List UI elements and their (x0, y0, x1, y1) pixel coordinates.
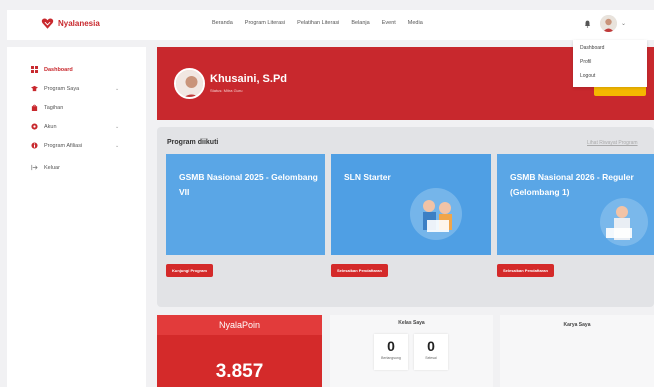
nav-belanja[interactable]: Belanja (351, 20, 369, 26)
sidebar-item-keluar[interactable]: Keluar (31, 164, 121, 171)
sidebar: Dashboard Program Saya ⌄ Tagihan Akun ⌄ … (7, 47, 146, 387)
kelas-saya-card: Kelas Saya 0 Berlangsung 0 Selesai (330, 315, 493, 387)
sidebar-item-tagihan[interactable]: Tagihan (31, 104, 121, 111)
nyalapoin-value: 3.857 (215, 361, 264, 382)
stat-value: 0 (427, 338, 435, 354)
stat-selesai: 0 Selesai (414, 334, 448, 370)
profile-role: Status: Mitra Guru (210, 88, 243, 93)
top-navbar: Nyalanesia Beranda Program Literasi Pela… (7, 10, 654, 40)
menu-item-logout[interactable]: Logout (580, 73, 640, 87)
brand-logo[interactable]: Nyalanesia (41, 17, 100, 30)
sidebar-item-label: Akun (44, 123, 57, 130)
sidebar-item-label: Keluar (44, 164, 60, 171)
chevron-down-icon[interactable]: ⌄ (621, 20, 626, 27)
sidebar-item-label: Tagihan (44, 104, 64, 111)
menu-item-profil[interactable]: Profil (580, 59, 640, 73)
nav-beranda[interactable]: Beranda (212, 20, 233, 26)
chevron-down-icon: ⌄ (115, 123, 120, 130)
profile-avatar (174, 68, 205, 99)
program-card-gsmb-2025[interactable]: GSMB Nasional 2025 - Gelombang VII (166, 154, 325, 255)
programs-title: Program diikuti (167, 139, 219, 146)
grid-icon (31, 66, 38, 73)
selesaikan-pendaftaran-button[interactable]: Selesaikan Pendaftaran (331, 264, 388, 277)
stat-label: Selesai (425, 356, 437, 360)
karya-saya-card: Karya Saya (500, 315, 654, 387)
profile-photo-icon (176, 70, 203, 97)
nyalapoin-title: NyalaPoin (157, 315, 322, 335)
sidebar-item-label: Program Saya (44, 85, 80, 92)
info-icon (31, 142, 38, 149)
program-card-title: SLN Starter (344, 172, 391, 182)
selesaikan-pendaftaran-button[interactable]: Selesaikan Pendaftaran (497, 264, 554, 277)
history-link[interactable]: Lihat Riwayat Program (587, 140, 638, 146)
user-photo-icon (600, 15, 617, 32)
kelas-saya-title: Kelas Saya (398, 320, 425, 326)
bag-icon (31, 104, 38, 111)
sidebar-item-program-afiliasi[interactable]: Program Afiliasi ⌄ (31, 142, 121, 149)
logout-icon (31, 164, 38, 171)
kunjungi-program-button[interactable]: Kunjungi Program (166, 264, 213, 277)
graduation-cap-icon (31, 85, 38, 92)
program-card-title: GSMB Nasional 2025 - Gelombang VII (179, 172, 318, 197)
sidebar-item-label: Program Afiliasi (44, 142, 83, 149)
children-illustration-icon (410, 188, 462, 240)
chevron-down-icon: ⌄ (115, 85, 120, 92)
stat-berlangsung: 0 Berlangsung (374, 334, 408, 370)
nav-pelatihan-literasi[interactable]: Pelatihan Literasi (297, 20, 339, 26)
main-nav: Beranda Program Literasi Pelatihan Liter… (212, 20, 435, 26)
programs-section: Program diikuti Lihat Riwayat Program GS… (157, 127, 654, 307)
program-card-gsmb-2026[interactable]: GSMB Nasional 2026 - Reguler (Gelombang … (497, 154, 654, 255)
bell-icon[interactable] (584, 20, 591, 28)
sidebar-item-akun[interactable]: Akun ⌄ (31, 123, 121, 130)
stat-label: Berlangsung (381, 356, 401, 360)
program-card-sln-starter[interactable]: SLN Starter (331, 154, 491, 255)
nyalapoin-card: NyalaPoin 3.857 (157, 315, 322, 387)
sidebar-item-program-saya[interactable]: Program Saya ⌄ (31, 85, 121, 92)
sidebar-item-dashboard[interactable]: Dashboard (31, 66, 121, 73)
brand-name: Nyalanesia (58, 19, 100, 28)
user-avatar[interactable] (600, 15, 617, 32)
program-card-title: GSMB Nasional 2026 - Reguler (Gelombang … (510, 172, 634, 197)
chevron-down-icon: ⌄ (115, 142, 120, 149)
stat-value: 0 (387, 338, 395, 354)
menu-item-dashboard[interactable]: Dashboard (580, 45, 640, 59)
profile-name: Khusaini, S.Pd (210, 73, 288, 85)
nav-event[interactable]: Event (382, 20, 396, 26)
sidebar-item-label: Dashboard (44, 66, 73, 73)
user-menu-dropdown: Dashboard Profil Logout (573, 40, 647, 87)
karya-saya-title: Karya Saya (563, 322, 591, 328)
heart-logo-icon (41, 18, 54, 29)
nav-program-literasi[interactable]: Program Literasi (245, 20, 285, 26)
gear-icon (31, 123, 38, 130)
nav-media[interactable]: Media (408, 20, 423, 26)
